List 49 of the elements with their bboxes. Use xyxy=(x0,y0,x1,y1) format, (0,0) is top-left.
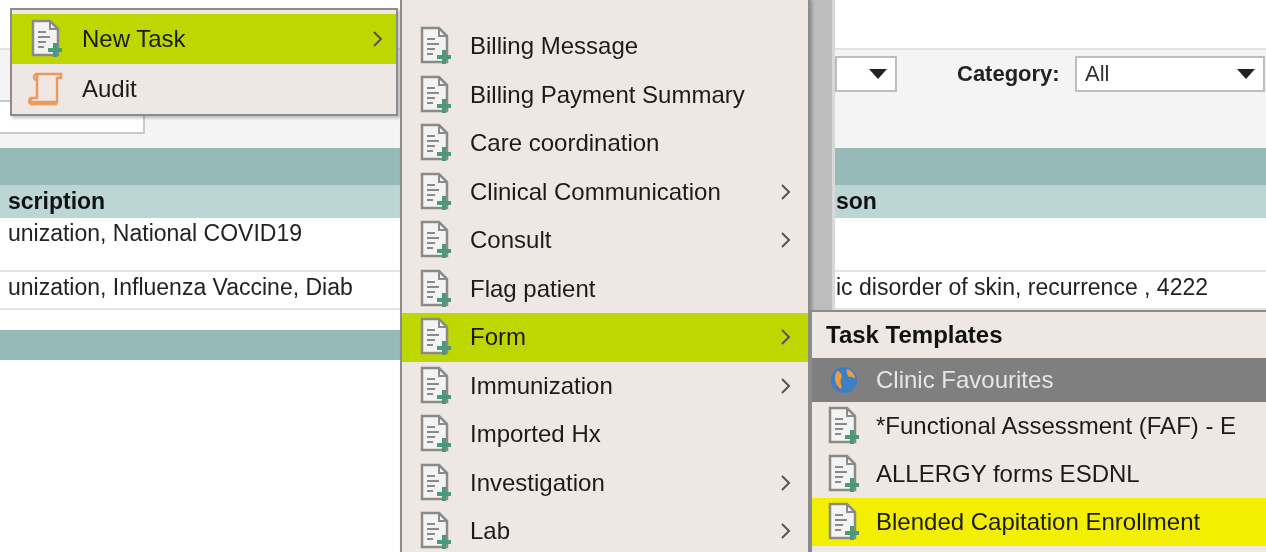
document-plus-icon xyxy=(827,454,861,494)
dropdown-field[interactable] xyxy=(835,56,897,92)
globe-icon xyxy=(829,365,859,395)
dropdown-caret-icon xyxy=(1237,69,1255,79)
document-plus-icon xyxy=(419,220,453,261)
column-header[interactable]: scription xyxy=(0,188,106,215)
chevron-right-icon xyxy=(780,182,792,201)
menu-item[interactable]: Lab xyxy=(402,507,808,552)
chevron-right-icon xyxy=(372,30,384,48)
chevron-right-icon xyxy=(780,231,792,250)
menu-item[interactable]: Immunization xyxy=(402,361,808,410)
menu-item[interactable]: Blended Capitation Enrollment xyxy=(812,498,1266,546)
menu-item[interactable]: Care coordination xyxy=(402,119,808,168)
menu-item[interactable]: Flag patient xyxy=(402,264,808,313)
menu-item[interactable]: Investigation xyxy=(402,458,808,507)
menu-item[interactable]: Form xyxy=(402,313,808,362)
menu-item[interactable]: Clinical Communication xyxy=(402,167,808,216)
menu-item[interactable]: Imported Hx xyxy=(402,410,808,459)
document-plus-icon xyxy=(419,317,453,358)
document-plus-icon xyxy=(30,19,64,59)
document-plus-icon xyxy=(419,26,453,67)
document-plus-icon xyxy=(827,502,861,542)
menu-item[interactable]: Billing Payment Summary xyxy=(402,70,808,119)
menu-item[interactable]: ALLERGY forms ESDNL xyxy=(812,450,1266,498)
document-plus-icon xyxy=(419,171,453,212)
document-plus-icon xyxy=(419,365,453,406)
document-plus-icon xyxy=(419,462,453,503)
document-plus-icon xyxy=(419,123,453,164)
document-plus-icon xyxy=(827,406,861,446)
menu-item[interactable]: Consult xyxy=(402,216,808,265)
menu-item[interactable]: New Task xyxy=(12,14,396,64)
table-cell-text: unization, National COVID19 xyxy=(7,219,303,247)
chevron-right-icon xyxy=(780,473,792,492)
document-plus-icon xyxy=(419,268,453,309)
document-plus-icon xyxy=(419,414,453,455)
table-cell-text: ic disorder of skin, recurrence , 4222 xyxy=(835,273,1208,301)
category-dropdown[interactable]: All xyxy=(1075,56,1265,92)
category-label: Category: xyxy=(957,61,1061,87)
menu-title: Task Templates xyxy=(825,320,1004,350)
document-plus-icon xyxy=(419,74,453,115)
dropdown-caret-icon xyxy=(869,69,887,79)
chevron-right-icon xyxy=(780,328,792,347)
chevron-right-icon xyxy=(780,522,792,541)
menu-item[interactable]: Audit xyxy=(12,64,396,114)
column-header[interactable]: son xyxy=(836,188,877,215)
menu-item[interactable]: Billing Message xyxy=(402,22,808,71)
table-cell-text: unization, Influenza Vaccine, Diab xyxy=(7,273,353,301)
chevron-right-icon xyxy=(780,376,792,395)
menu-item[interactable]: *Functional Assessment (FAF) - E xyxy=(812,402,1266,450)
